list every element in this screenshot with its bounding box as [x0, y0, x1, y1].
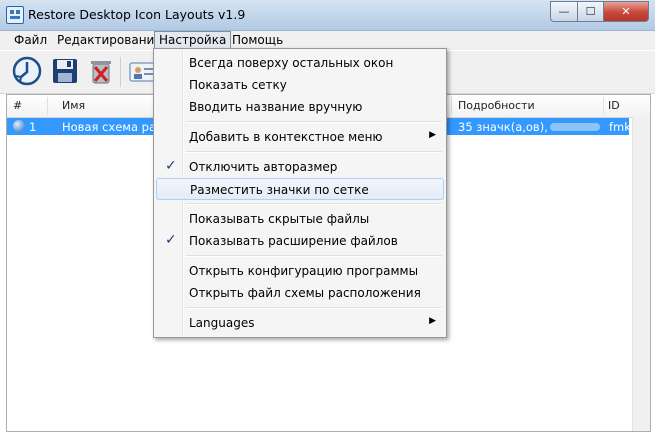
menu-item-label: Вводить название вручную	[189, 100, 363, 114]
menu-separator	[186, 121, 442, 123]
menu-item-disable-autosize[interactable]: ✓ Отключить авторазмер	[156, 156, 444, 177]
menu-item-label: Показывать скрытые файлы	[189, 212, 370, 226]
save-icon[interactable]	[50, 56, 80, 86]
vertical-scrollbar[interactable]	[632, 117, 650, 431]
column-id[interactable]: ID	[608, 99, 620, 112]
menu-item-label: Показывать расширение файлов	[189, 234, 398, 248]
menu-item-label: Открыть конфигурацию программы	[189, 264, 419, 278]
menu-separator	[186, 307, 442, 309]
menu-file[interactable]: Файл	[10, 32, 51, 48]
menu-separator	[186, 255, 442, 257]
menu-edit[interactable]: Редактирование	[53, 32, 166, 48]
menu-help[interactable]: Помощь	[228, 32, 287, 48]
column-name[interactable]: Имя	[62, 99, 85, 112]
menu-item-show-extensions[interactable]: ✓ Показывать расширение файлов	[156, 230, 444, 251]
menu-separator	[186, 203, 442, 205]
column-number[interactable]: #	[13, 99, 22, 112]
window-controls: — ☐ ✕	[550, 1, 649, 22]
menu-item-languages[interactable]: Languages ▶	[156, 312, 444, 333]
maximize-button[interactable]: ☐	[578, 1, 604, 22]
row-id: fmk	[609, 120, 631, 134]
column-divider[interactable]	[47, 97, 48, 115]
window-title: Restore Desktop Icon Layouts v1.9	[28, 7, 246, 22]
column-divider[interactable]	[603, 97, 604, 115]
minimize-button[interactable]: —	[550, 1, 578, 22]
layout-icon	[13, 120, 25, 132]
menu-item-open-config[interactable]: Открыть конфигурацию программы	[156, 260, 444, 281]
menu-item-open-layout-file[interactable]: Открыть файл схемы расположения	[156, 282, 444, 303]
submenu-arrow-icon: ▶	[429, 130, 436, 140]
title-bar: Restore Desktop Icon Layouts v1.9 — ☐ ✕	[0, 0, 655, 31]
menu-item-label: Открыть файл схемы расположения	[189, 286, 421, 300]
menu-item-align-to-grid[interactable]: Разместить значки по сетке	[156, 178, 444, 200]
toolbar-separator	[120, 57, 121, 87]
row-number: 1	[29, 120, 37, 134]
app-icon	[6, 6, 24, 24]
menu-separator	[186, 151, 442, 153]
close-button[interactable]: ✕	[604, 1, 649, 22]
menu-item-label: Отключить авторазмер	[189, 160, 338, 174]
restore-icon[interactable]	[12, 56, 42, 86]
menu-item-label: Разместить значки по сетке	[190, 183, 369, 197]
redacted-text	[550, 123, 600, 131]
settings-dropdown-menu: Всегда поверху остальных окон Показать с…	[153, 48, 447, 338]
submenu-arrow-icon: ▶	[429, 316, 436, 326]
menu-item-label: Languages	[189, 316, 255, 330]
menu-item-context-menu[interactable]: Добавить в контекстное меню ▶	[156, 126, 444, 147]
menu-item-always-on-top[interactable]: Всегда поверху остальных окон	[156, 52, 444, 73]
checkmark-icon: ✓	[165, 158, 177, 174]
delete-icon[interactable]	[86, 56, 116, 86]
menu-item-label: Показать сетку	[189, 78, 287, 92]
menu-item-show-hidden-files[interactable]: Показывать скрытые файлы	[156, 208, 444, 229]
checkmark-icon: ✓	[165, 232, 177, 248]
column-details[interactable]: Подробности	[458, 99, 535, 112]
row-details: 35 значк(а,ов),	[458, 120, 548, 134]
menu-item-show-grid[interactable]: Показать сетку	[156, 74, 444, 95]
column-divider[interactable]	[451, 97, 452, 115]
menu-item-label: Добавить в контекстное меню	[189, 130, 383, 144]
menu-item-manual-name[interactable]: Вводить название вручную	[156, 96, 444, 117]
menu-item-label: Всегда поверху остальных окон	[189, 56, 394, 70]
